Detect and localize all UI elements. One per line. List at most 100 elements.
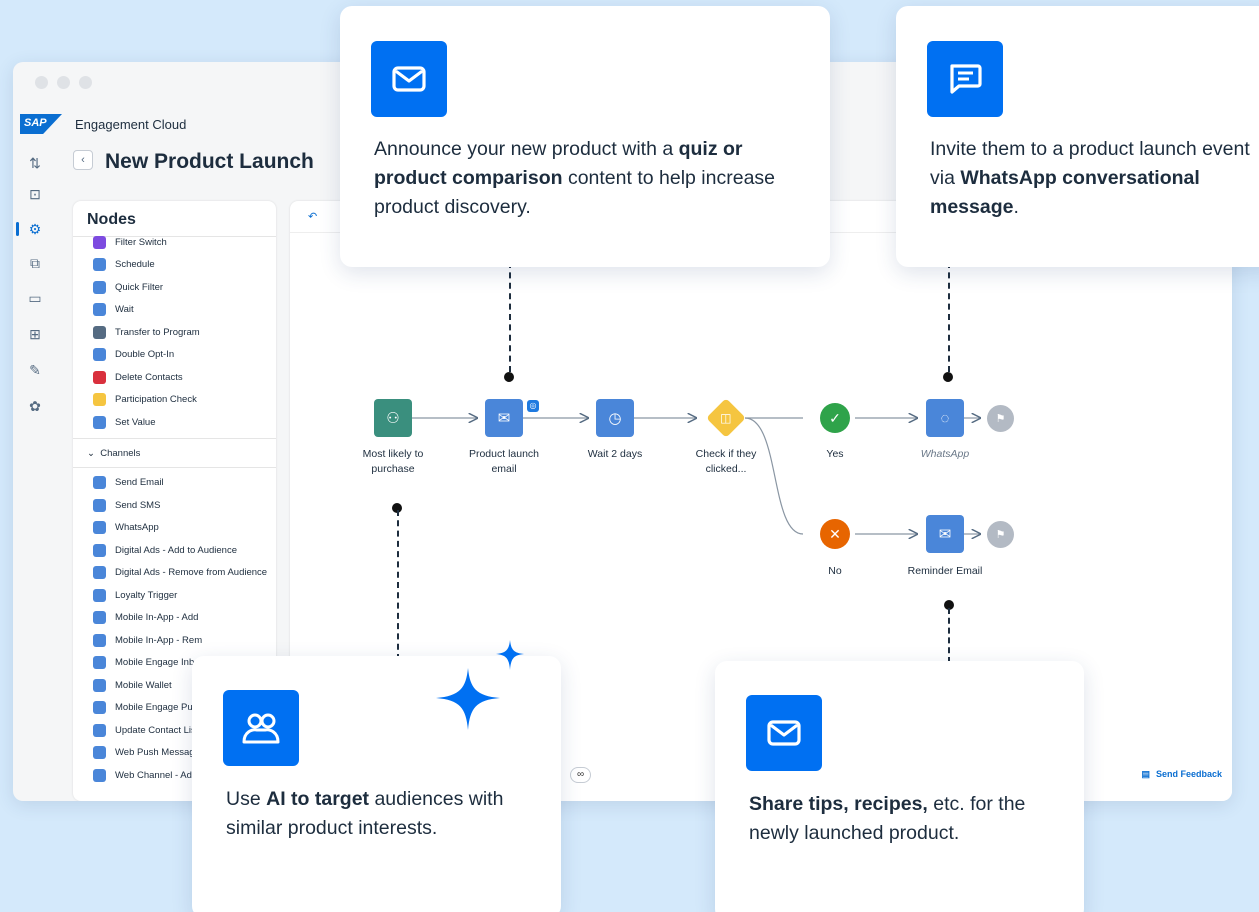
node-item-label: Digital Ads - Add to Audience — [115, 544, 237, 556]
sap-logo: SAP — [20, 114, 62, 134]
catalog-icon[interactable]: ⊞ — [27, 326, 43, 342]
node-item[interactable]: Schedule — [73, 254, 276, 277]
window-dot[interactable] — [35, 76, 48, 89]
end-flag-icon[interactable]: ⚑ — [987, 521, 1014, 548]
callout-text-bold: Share tips, recipes, — [749, 793, 928, 815]
node-item[interactable]: Set Value — [73, 411, 276, 434]
feedback-icon: ▤ — [1141, 769, 1150, 779]
ai-badge-icon: ◎ — [527, 400, 539, 412]
node-item-label: Mobile Engage Pus — [115, 702, 198, 714]
yes-node[interactable]: ✓ — [820, 403, 850, 433]
integrations-icon[interactable]: ✿ — [27, 398, 43, 414]
back-button[interactable]: ‹ — [73, 150, 93, 170]
audience-node[interactable]: ⚇ — [374, 399, 412, 437]
inbox-icon — [93, 656, 106, 670]
push-icon — [93, 701, 106, 715]
node-item[interactable]: Filter Switch — [73, 231, 276, 254]
web-channel-icon — [93, 768, 106, 782]
set-value-icon — [93, 415, 106, 429]
node-item[interactable]: Mobile In-App - Add — [73, 607, 276, 630]
channels-toggle[interactable]: ⌄ Channels — [73, 439, 276, 468]
no-node[interactable]: ✕ — [820, 519, 850, 549]
node-label: Reminder Email — [907, 565, 983, 577]
devices-icon[interactable]: ▭ — [27, 290, 43, 306]
node-item-label: Send Email — [115, 477, 164, 489]
node-item[interactable]: Double Opt-In — [73, 344, 276, 367]
channels-label: Channels — [100, 447, 141, 459]
node-item-label: Update Contact Lis — [115, 724, 196, 736]
node-label: No — [828, 565, 842, 577]
node-item[interactable]: Mobile In-App - Rem — [73, 629, 276, 652]
node-item-label: Transfer to Program — [115, 326, 200, 338]
opt-in-icon — [93, 348, 106, 362]
callout-text-bold: WhatsApp conversational message — [930, 167, 1200, 218]
node-item[interactable]: Participation Check — [73, 389, 276, 412]
content-icon[interactable]: ⧉ — [27, 255, 43, 271]
contact-list-icon — [93, 723, 106, 737]
node-item[interactable]: Digital Ads - Remove from Audience — [73, 562, 276, 585]
calendar-icon — [93, 258, 106, 272]
filter-switch-icon — [93, 235, 106, 249]
send-feedback-link[interactable]: ▤ Send Feedback — [1141, 769, 1222, 780]
close-icon: ✕ — [829, 525, 841, 542]
node-item-label: Web Channel - Add — [115, 769, 198, 781]
window-dot[interactable] — [79, 76, 92, 89]
node-item[interactable]: WhatsApp — [73, 517, 276, 540]
wallet-icon — [93, 678, 106, 692]
callout-line — [948, 262, 950, 372]
journeys-icon[interactable]: ⇅ — [27, 155, 43, 171]
window-dot[interactable] — [57, 76, 70, 89]
quick-filter-icon — [93, 280, 106, 294]
analytics-icon[interactable]: ⊡ — [27, 186, 43, 202]
launch-email-node[interactable]: ✉ — [485, 399, 523, 437]
split-icon: ◫ — [720, 411, 732, 425]
end-flag-icon[interactable]: ⚑ — [987, 405, 1014, 432]
callout-text-part: . — [1013, 196, 1019, 218]
node-item[interactable]: Loyalty Trigger — [73, 584, 276, 607]
transfer-icon — [93, 325, 106, 339]
node-item-label: Digital Ads - Remove from Audience — [115, 567, 268, 579]
programs-icon[interactable]: ⚙ — [27, 221, 43, 237]
tools-icon[interactable]: ✎ — [27, 362, 43, 378]
feedback-label: Send Feedback — [1155, 769, 1222, 779]
reminder-email-node[interactable]: ✉ — [926, 515, 964, 553]
node-item[interactable]: Wait — [73, 299, 276, 322]
whatsapp-node[interactable]: ◌ — [926, 399, 964, 437]
mobile-icon — [93, 611, 106, 625]
node-item[interactable]: Delete Contacts — [73, 366, 276, 389]
mobile-icon — [93, 633, 106, 647]
callout-line — [509, 262, 511, 372]
callout-dot — [943, 372, 953, 382]
user-target-icon: ⚇ — [386, 410, 400, 427]
node-item[interactable]: Send SMS — [73, 494, 276, 517]
callout-text: Invite them to a product launch event vi… — [930, 135, 1250, 222]
users-icon — [223, 690, 299, 766]
node-item[interactable]: Send Email — [73, 472, 276, 495]
node-item-label: WhatsApp — [115, 522, 159, 534]
page-title: New Product Launch — [105, 150, 314, 173]
node-item[interactable]: Digital Ads - Add to Audience — [73, 539, 276, 562]
zoom-control[interactable]: ∞ — [570, 767, 592, 783]
node-item-label: Mobile In-App - Add — [115, 612, 199, 624]
callout-text-part: Use — [226, 788, 267, 810]
sms-icon — [93, 498, 106, 512]
node-item[interactable]: Transfer to Program — [73, 321, 276, 344]
node-item-label: Mobile Engage Inbo — [115, 657, 200, 669]
ai-sparkle-icon — [436, 640, 524, 730]
check-icon: ✓ — [829, 409, 841, 426]
callout-tips: Share tips, recipes, etc. for the newly … — [715, 661, 1084, 912]
node-item-label: Quick Filter — [115, 281, 164, 293]
callout-dot — [504, 372, 514, 382]
node-label: Wait 2 days — [587, 448, 643, 460]
node-item-label: Mobile In-App - Rem — [115, 634, 203, 646]
callout-whatsapp: Invite them to a product launch event vi… — [896, 6, 1259, 267]
wait-node[interactable]: ◷ — [596, 399, 634, 437]
node-item-label: Mobile Wallet — [115, 679, 172, 691]
clock-icon: ◷ — [608, 410, 622, 427]
email-icon: ✉ — [497, 410, 511, 427]
node-item[interactable]: Quick Filter — [73, 276, 276, 299]
callout-line — [397, 510, 399, 660]
node-label: Product launch email — [468, 448, 540, 475]
callout-quiz: Announce your new product with a quiz or… — [340, 6, 830, 267]
node-item-label: Schedule — [115, 259, 155, 271]
